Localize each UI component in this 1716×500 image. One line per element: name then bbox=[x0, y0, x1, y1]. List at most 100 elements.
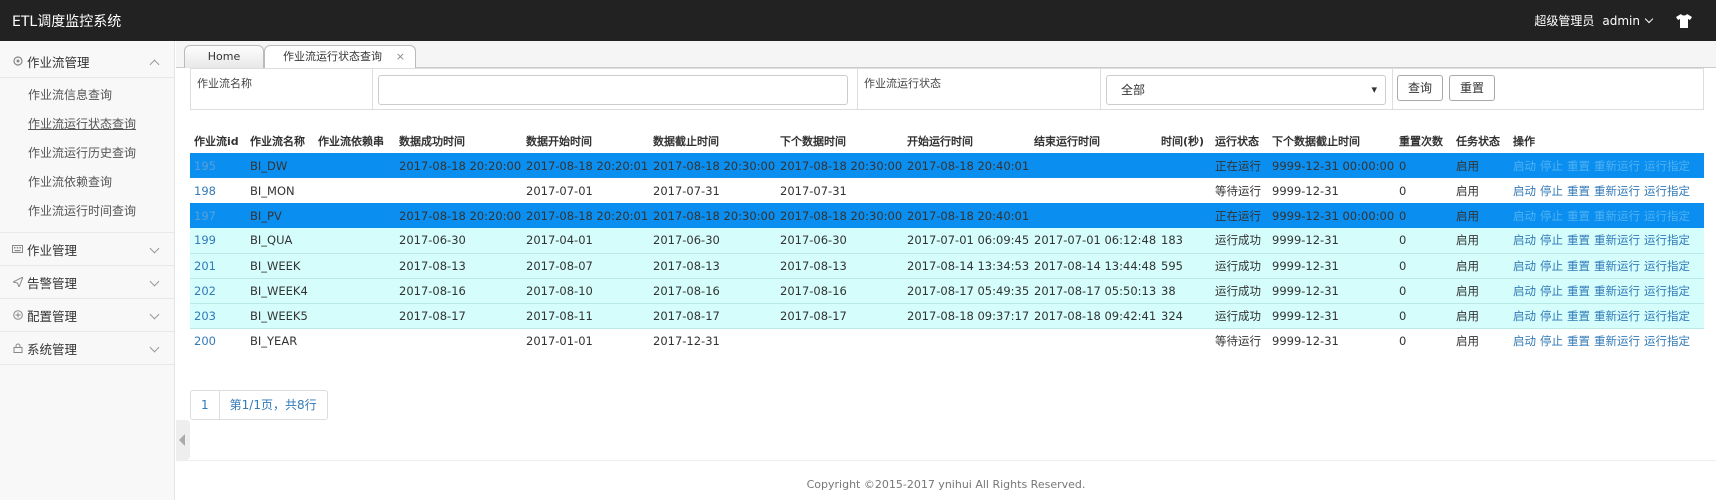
workflow-id-link[interactable]: 197 bbox=[194, 209, 216, 223]
menu-group-config[interactable]: 配置管理 bbox=[0, 299, 174, 332]
sidebar-item-workflow-runtime[interactable]: 作业流运行时间查询 bbox=[0, 197, 174, 226]
table-row[interactable]: 198 BI_MON 2017-07-01 2017-07-31 2017-07-31 等… bbox=[190, 178, 1704, 203]
run-specified-link[interactable]: 运行指定 bbox=[1644, 233, 1690, 247]
tshirt-icon[interactable] bbox=[1676, 13, 1692, 28]
tab-workflow-status[interactable]: 作业流运行状态查询 × bbox=[264, 45, 416, 69]
reset-link[interactable]: 重置 bbox=[1567, 209, 1590, 223]
menu-group-alert[interactable]: 告警管理 bbox=[0, 266, 174, 299]
run-specified-link[interactable]: 运行指定 bbox=[1644, 334, 1690, 348]
menu-group-system[interactable]: 系统管理 bbox=[0, 332, 174, 365]
run-status-select[interactable]: 全部 bbox=[1106, 75, 1386, 105]
rerun-link[interactable]: 重新运行 bbox=[1594, 284, 1640, 298]
workflow-id-link[interactable]: 201 bbox=[194, 259, 216, 273]
rerun-link[interactable]: 重新运行 bbox=[1594, 334, 1640, 348]
table-row[interactable]: 203 BI_WEEK5 2017-08-17 2017-08-11 2017-08-1… bbox=[190, 303, 1704, 329]
start-link[interactable]: 启动 bbox=[1513, 284, 1536, 298]
run-specified-link[interactable]: 运行指定 bbox=[1644, 309, 1690, 323]
start-link[interactable]: 启动 bbox=[1513, 159, 1536, 173]
start-link[interactable]: 启动 bbox=[1513, 209, 1536, 223]
cell-workflow-id: 199 bbox=[190, 228, 246, 254]
stop-link[interactable]: 停止 bbox=[1540, 209, 1563, 223]
run-specified-link[interactable]: 运行指定 bbox=[1644, 284, 1690, 298]
start-link[interactable]: 启动 bbox=[1513, 334, 1536, 348]
stop-link[interactable]: 停止 bbox=[1540, 284, 1563, 298]
reset-button[interactable]: 重置 bbox=[1449, 75, 1496, 101]
start-link[interactable]: 启动 bbox=[1513, 309, 1536, 323]
chevron-down-icon bbox=[1644, 14, 1654, 23]
table-cell: 运行成功 bbox=[1211, 228, 1268, 254]
table-cell: 0 bbox=[1395, 303, 1452, 329]
menu-group-workflow[interactable]: 作业流管理 bbox=[0, 45, 174, 78]
user-menu[interactable]: admin bbox=[1602, 14, 1654, 28]
table-row[interactable]: 202 BI_WEEK4 2017-08-16 2017-08-10 2017-08-1… bbox=[190, 278, 1704, 304]
rerun-link[interactable]: 重新运行 bbox=[1594, 209, 1640, 223]
workflow-id-link[interactable]: 199 bbox=[194, 233, 216, 247]
workflow-id-link[interactable]: 198 bbox=[194, 184, 216, 198]
stop-link[interactable]: 停止 bbox=[1540, 309, 1563, 323]
start-link[interactable]: 启动 bbox=[1513, 184, 1536, 198]
table-row[interactable]: 197 BI_PV 2017-08-18 20:20:00 2017-08-18 20… bbox=[190, 203, 1704, 228]
sidebar-item-workflow-history[interactable]: 作业流运行历史查询 bbox=[0, 139, 174, 168]
stop-link[interactable]: 停止 bbox=[1540, 233, 1563, 247]
workflow-id-link[interactable]: 203 bbox=[194, 309, 216, 323]
start-link[interactable]: 启动 bbox=[1513, 233, 1536, 247]
rerun-link[interactable]: 重新运行 bbox=[1594, 309, 1640, 323]
stop-link[interactable]: 停止 bbox=[1540, 259, 1563, 273]
cell-operations: 启动 停止 重置 重新运行 运行指定 bbox=[1509, 203, 1704, 228]
sidebar-item-workflow-dependency[interactable]: 作业流依赖查询 bbox=[0, 168, 174, 197]
table-cell: 启用 bbox=[1452, 278, 1509, 304]
reset-link[interactable]: 重置 bbox=[1567, 233, 1590, 247]
table-row[interactable]: 195 BI_DW 2017-08-18 20:20:00 2017-08-18 20… bbox=[190, 153, 1704, 178]
menu-group-job[interactable]: 作业管理 bbox=[0, 233, 174, 266]
sidebar-item-workflow-status[interactable]: 作业流运行状态查询 bbox=[0, 110, 174, 139]
table-cell: 2017-08-17 bbox=[776, 303, 903, 329]
rerun-link[interactable]: 重新运行 bbox=[1594, 159, 1640, 173]
rerun-link[interactable]: 重新运行 bbox=[1594, 184, 1640, 198]
workflow-name-input[interactable] bbox=[378, 75, 848, 105]
workflow-id-link[interactable]: 202 bbox=[194, 284, 216, 298]
table-cell bbox=[1157, 203, 1211, 228]
sidebar-collapse-handle[interactable] bbox=[176, 420, 190, 460]
reset-link[interactable]: 重置 bbox=[1567, 309, 1590, 323]
page-number-button[interactable]: 1 bbox=[191, 391, 219, 419]
reset-link[interactable]: 重置 bbox=[1567, 184, 1590, 198]
reset-link[interactable]: 重置 bbox=[1567, 259, 1590, 273]
run-specified-link[interactable]: 运行指定 bbox=[1644, 259, 1690, 273]
stop-link[interactable]: 停止 bbox=[1540, 159, 1563, 173]
rerun-link[interactable]: 重新运行 bbox=[1594, 233, 1640, 247]
cell-workflow-id: 201 bbox=[190, 253, 246, 279]
workflow-id-link[interactable]: 200 bbox=[194, 334, 216, 348]
table-cell bbox=[314, 303, 395, 329]
run-specified-link[interactable]: 运行指定 bbox=[1644, 209, 1690, 223]
sidebar-item-workflow-info[interactable]: 作业流信息查询 bbox=[0, 81, 174, 110]
column-header: 作业流名称 bbox=[250, 134, 305, 148]
table-cell: 2017-08-18 20:40:01 bbox=[903, 203, 1030, 228]
close-icon[interactable]: × bbox=[396, 46, 405, 67]
table-cell: 2017-08-18 20:20:01 bbox=[522, 153, 649, 178]
workflow-id-link[interactable]: 195 bbox=[194, 159, 216, 173]
app-title[interactable]: ETL调度监控系统 bbox=[0, 11, 121, 31]
run-specified-link[interactable]: 运行指定 bbox=[1644, 159, 1690, 173]
reset-link[interactable]: 重置 bbox=[1567, 159, 1590, 173]
start-link[interactable]: 启动 bbox=[1513, 259, 1536, 273]
stop-link[interactable]: 停止 bbox=[1540, 184, 1563, 198]
cell-operations: 启动 停止 重置 重新运行 运行指定 bbox=[1509, 278, 1704, 304]
table-row[interactable]: 201 BI_WEEK 2017-08-13 2017-08-07 2017-08-13… bbox=[190, 253, 1704, 279]
column-header: 数据开始时间 bbox=[526, 134, 592, 148]
table-row[interactable]: 199 BI_QUA 2017-06-30 2017-04-01 2017-06-30 2… bbox=[190, 228, 1704, 254]
table-cell: 2017-07-31 bbox=[649, 178, 776, 203]
query-button[interactable]: 查询 bbox=[1397, 75, 1444, 101]
table-row[interactable]: 200 BI_YEAR 2017-01-01 2017-12-31 等待运行 9999-1… bbox=[190, 328, 1704, 353]
reset-link[interactable]: 重置 bbox=[1567, 334, 1590, 348]
stop-link[interactable]: 停止 bbox=[1540, 334, 1563, 348]
column-header: 作业流id bbox=[194, 134, 239, 148]
pagination: 1 第1/1页，共8行 bbox=[190, 390, 328, 420]
table-cell: 0 bbox=[1395, 203, 1452, 228]
tab-home[interactable]: Home bbox=[184, 45, 264, 68]
rerun-link[interactable]: 重新运行 bbox=[1594, 259, 1640, 273]
column-header: 下个数据时间 bbox=[780, 134, 846, 148]
reset-link[interactable]: 重置 bbox=[1567, 284, 1590, 298]
table-cell: BI_WEEK5 bbox=[246, 303, 314, 329]
table-cell: 2017-08-14 13:34:53 bbox=[903, 253, 1030, 279]
run-specified-link[interactable]: 运行指定 bbox=[1644, 184, 1690, 198]
